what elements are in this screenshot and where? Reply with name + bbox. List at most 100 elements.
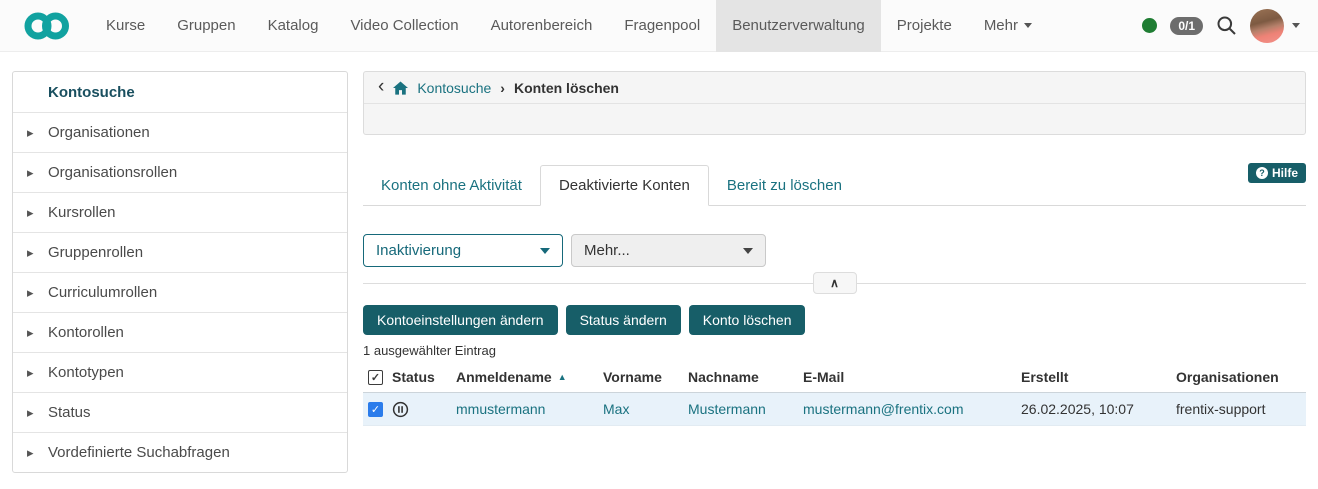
nav-item-fragenpool[interactable]: Fragenpool — [608, 0, 716, 52]
sidebar-item-vordefinierte-suchabfragen[interactable]: Vordefinierte Suchabfragen — [13, 432, 347, 472]
topbar-right-cluster: 0/1 — [1142, 8, 1300, 43]
help-button[interactable]: ? Hilfe — [1247, 163, 1306, 183]
status-paused-icon — [392, 401, 456, 418]
chevron-right-icon — [27, 205, 40, 221]
chevron-right-icon — [27, 365, 40, 381]
column-header-vorname[interactable]: Vorname — [603, 369, 688, 385]
column-header-label: Anmeldename — [456, 369, 552, 385]
infinity-logo-icon — [24, 12, 69, 39]
change-account-settings-button[interactable]: Kontoeinstellungen ändern — [363, 305, 558, 335]
online-status-dot — [1142, 18, 1158, 33]
column-header-erstellt[interactable]: Erstellt — [1021, 369, 1176, 385]
sidebar-item-status[interactable]: Status — [13, 392, 347, 432]
home-breadcrumb-link[interactable] — [393, 80, 409, 95]
account-search-sidebar: Kontosuche Organisationen Organisationsr… — [12, 71, 348, 473]
sidebar-item-label: Kursrollen — [48, 204, 116, 221]
breadcrumb-subrow — [364, 104, 1305, 135]
sidebar-item-kontotypen[interactable]: Kontotypen — [13, 352, 347, 392]
inaktivierung-filter-dropdown[interactable]: Inaktivierung — [363, 234, 563, 267]
accounts-table: ✓ Status Anmeldename ▲ Vorname Nachname E… — [363, 362, 1306, 426]
sidebar-item-kontosuche[interactable]: Kontosuche — [13, 72, 347, 112]
sidebar-item-kontorollen[interactable]: Kontorollen — [13, 312, 347, 352]
tabs-zone: ? Hilfe Konten ohne Aktivität Deaktivier… — [363, 163, 1306, 206]
main-menu: Kurse Gruppen Katalog Video Collection A… — [90, 0, 1048, 52]
chevron-right-icon — [27, 405, 40, 421]
column-header-anmeldename[interactable]: Anmeldename ▲ — [456, 369, 603, 385]
nav-item-benutzerverwaltung[interactable]: Benutzerverwaltung — [716, 0, 881, 52]
nav-item-mehr[interactable]: Mehr — [968, 0, 1048, 52]
sidebar-item-label: Kontorollen — [48, 324, 124, 341]
table-header-row: ✓ Status Anmeldename ▲ Vorname Nachname E… — [363, 362, 1306, 393]
sidebar-item-label: Curriculumrollen — [48, 284, 158, 301]
home-icon — [393, 80, 409, 95]
back-button[interactable]: ‹ — [378, 77, 384, 96]
column-header-email[interactable]: E-Mail — [803, 369, 1021, 385]
cell-email[interactable]: mustermann@frentix.com — [803, 401, 1021, 417]
search-button[interactable] — [1216, 15, 1237, 36]
breadcrumb-current: Konten löschen — [513, 79, 619, 96]
delete-account-button[interactable]: Konto löschen — [688, 305, 806, 335]
chevron-right-icon — [27, 245, 40, 261]
filter-label: Mehr... — [584, 242, 630, 259]
column-header-nachname[interactable]: Nachname — [688, 369, 803, 385]
sidebar-item-label: Gruppenrollen — [48, 244, 144, 261]
nav-item-mehr-label: Mehr — [983, 16, 1018, 34]
openolat-logo[interactable] — [24, 11, 70, 41]
top-navigation-bar: Kurse Gruppen Katalog Video Collection A… — [0, 0, 1318, 52]
chevron-down-icon — [743, 247, 753, 254]
breadcrumb-separator: › — [500, 79, 505, 96]
sidebar-item-label: Organisationen — [48, 124, 150, 141]
avatar[interactable] — [1250, 8, 1284, 43]
chevron-down-icon — [1292, 23, 1300, 28]
cell-nachname[interactable]: Mustermann — [688, 401, 803, 417]
tab-deaktivierte-konten[interactable]: Deaktivierte Konten — [539, 165, 709, 206]
cell-erstellt: 26.02.2025, 10:07 — [1021, 401, 1134, 417]
row-checkbox[interactable]: ✓ — [368, 401, 383, 417]
sidebar-item-gruppenrollen[interactable]: Gruppenrollen — [13, 232, 347, 272]
user-counter-badge[interactable]: 0/1 — [1170, 16, 1203, 35]
sidebar-item-organisationsrollen[interactable]: Organisationsrollen — [13, 152, 347, 192]
sidebar-item-label: Status — [48, 404, 91, 421]
chevron-right-icon — [27, 445, 40, 461]
table-row[interactable]: ✓ mmustermann Max Mustermann mustermann@… — [363, 393, 1306, 426]
nav-item-katalog[interactable]: Katalog — [252, 0, 335, 52]
nav-item-kurse[interactable]: Kurse — [90, 0, 161, 52]
user-menu[interactable] — [1250, 8, 1300, 43]
sidebar-item-kursrollen[interactable]: Kursrollen — [13, 192, 347, 232]
tab-bereit-zu-loeschen[interactable]: Bereit zu löschen — [709, 166, 860, 205]
breadcrumb-link-kontosuche[interactable]: Kontosuche — [417, 80, 491, 96]
bulk-actions: Kontoeinstellungen ändern Status ändern … — [363, 305, 1306, 335]
chevron-right-icon — [27, 325, 40, 341]
sidebar-item-organisationen[interactable]: Organisationen — [13, 112, 347, 152]
change-status-button[interactable]: Status ändern — [565, 305, 681, 335]
main-content: ‹ Kontosuche › Konten löschen ? Hilfe Ko… — [363, 71, 1306, 426]
sidebar-item-label: Kontotypen — [48, 364, 124, 381]
selection-count-note: 1 ausgewählter Eintrag — [363, 343, 496, 358]
nav-item-gruppen[interactable]: Gruppen — [161, 0, 251, 52]
sort-ascending-icon: ▲ — [557, 372, 567, 382]
sidebar-item-curriculumrollen[interactable]: Curriculumrollen — [13, 272, 347, 312]
cell-vorname[interactable]: Max — [603, 401, 688, 417]
chevron-down-icon — [540, 247, 550, 254]
sidebar-item-label: Kontosuche — [48, 83, 135, 101]
breadcrumb: ‹ Kontosuche › Konten löschen — [364, 72, 1305, 104]
filter-label: Inaktivierung — [376, 242, 462, 259]
select-all-checkbox[interactable]: ✓ — [368, 369, 383, 385]
collapse-row: ∧ — [363, 272, 1306, 294]
chevron-right-icon — [27, 285, 40, 301]
chevron-right-icon — [27, 165, 40, 181]
column-header-status[interactable]: Status — [392, 369, 456, 385]
cell-organisationen: frentix-support — [1176, 401, 1266, 417]
chevron-down-icon — [1024, 23, 1032, 29]
cell-anmeldename[interactable]: mmustermann — [456, 401, 603, 417]
more-filters-dropdown[interactable]: Mehr... — [571, 234, 766, 267]
collapse-filters-button[interactable]: ∧ — [812, 272, 857, 294]
nav-item-autorenbereich[interactable]: Autorenbereich — [475, 0, 609, 52]
chevron-right-icon — [27, 125, 40, 141]
tab-konten-ohne-aktivitaet[interactable]: Konten ohne Aktivität — [363, 166, 540, 205]
column-header-organisationen[interactable]: Organisationen — [1176, 369, 1306, 385]
nav-item-video-collection[interactable]: Video Collection — [334, 0, 474, 52]
nav-item-projekte[interactable]: Projekte — [881, 0, 968, 52]
help-label: Hilfe — [1271, 166, 1298, 180]
tab-bar: Konten ohne Aktivität Deaktivierte Konte… — [363, 165, 1306, 206]
